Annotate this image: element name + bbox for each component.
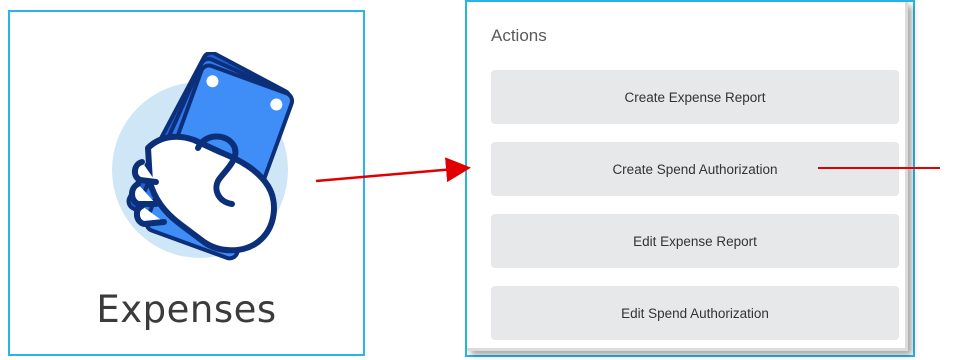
expenses-tile[interactable]: Expenses [8,10,365,356]
cash-in-hand-icon [112,52,295,261]
actions-title: Actions [491,26,547,45]
expenses-label: Expenses [96,288,277,331]
button-label: Create Expense Report [624,89,766,105]
button-label: Create Spend Authorization [612,161,778,177]
create-spend-authorization-button[interactable]: Create Spend Authorization [491,142,899,196]
actions-panel: Actions Create Expense Report Create Spe… [467,2,908,351]
button-label: Edit Expense Report [633,233,757,249]
create-expense-report-button[interactable]: Create Expense Report [491,70,899,124]
edit-spend-authorization-button[interactable]: Edit Spend Authorization [491,286,899,340]
actions-panel-frame: Actions Create Expense Report Create Spe… [465,0,915,357]
button-label: Edit Spend Authorization [621,305,769,321]
edit-expense-report-button[interactable]: Edit Expense Report [491,214,899,268]
screenshot-canvas: Expenses Actions Create Expense Report C… [0,0,967,360]
